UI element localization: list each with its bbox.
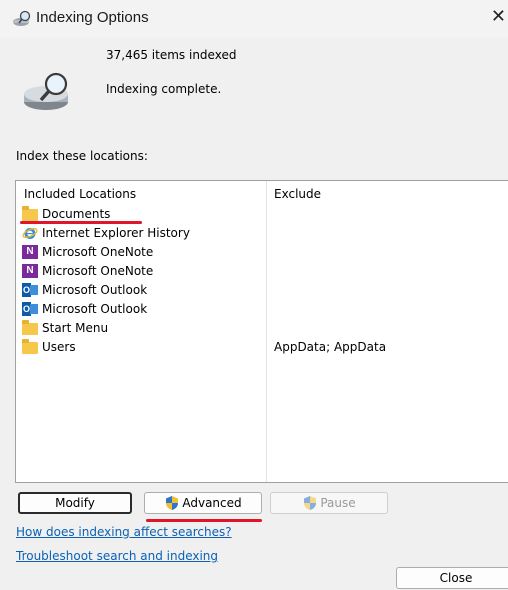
folder-icon bbox=[22, 320, 38, 336]
indexing-options-icon bbox=[13, 10, 31, 26]
outlook-icon: O bbox=[22, 282, 38, 298]
advanced-label: Advanced bbox=[182, 496, 242, 510]
location-name: Internet Explorer History bbox=[42, 226, 190, 240]
location-name: Microsoft OneNote bbox=[42, 264, 154, 278]
modify-button[interactable]: Modify bbox=[18, 492, 132, 514]
location-exclude: AppData; AppData bbox=[274, 340, 387, 354]
location-row-users[interactable]: Users AppData; AppData bbox=[16, 338, 508, 357]
close-window-icon[interactable]: ✕ bbox=[491, 6, 506, 27]
index-locations-label: Index these locations: bbox=[16, 149, 148, 163]
indexing-affect-searches-link[interactable]: How does indexing affect searches? bbox=[16, 525, 232, 539]
troubleshoot-link[interactable]: Troubleshoot search and indexing bbox=[16, 549, 218, 563]
location-row-ie-history[interactable]: Internet Explorer History bbox=[16, 224, 508, 243]
location-name: Microsoft Outlook bbox=[42, 302, 148, 316]
pause-button[interactable]: Pause bbox=[270, 492, 388, 514]
location-name: Users bbox=[42, 340, 76, 354]
location-name: Microsoft OneNote bbox=[42, 245, 154, 259]
title-bar: Indexing Options ✕ bbox=[0, 0, 508, 38]
indexing-drive-icon bbox=[24, 72, 68, 110]
location-row-start-menu[interactable]: Start Menu bbox=[16, 319, 508, 338]
folder-icon bbox=[22, 339, 38, 355]
annotation-underline-documents bbox=[20, 221, 142, 224]
pause-label: Pause bbox=[320, 496, 356, 510]
location-row-onenote[interactable]: N Microsoft OneNote bbox=[16, 243, 508, 262]
location-row-outlook[interactable]: O Microsoft Outlook bbox=[16, 300, 508, 319]
modify-label: Modify bbox=[55, 496, 95, 510]
advanced-button[interactable]: Advanced bbox=[144, 492, 262, 514]
onenote-icon: N bbox=[22, 263, 38, 279]
location-name: Documents bbox=[42, 207, 111, 221]
items-indexed-count: 37,465 items indexed bbox=[106, 48, 237, 62]
column-header-exclude[interactable]: Exclude bbox=[274, 187, 321, 201]
onenote-icon: N bbox=[22, 244, 38, 260]
uac-shield-icon bbox=[304, 495, 317, 510]
location-row-outlook[interactable]: O Microsoft Outlook bbox=[16, 281, 508, 300]
uac-shield-icon bbox=[166, 495, 179, 510]
annotation-underline-advanced bbox=[146, 519, 262, 522]
outlook-icon: O bbox=[22, 301, 38, 317]
internet-explorer-icon bbox=[22, 228, 38, 239]
column-header-included[interactable]: Included Locations bbox=[24, 187, 136, 201]
close-button[interactable]: Close bbox=[396, 567, 508, 589]
folder-icon bbox=[22, 206, 38, 222]
location-name: Start Menu bbox=[42, 321, 109, 335]
location-row-onenote[interactable]: N Microsoft OneNote bbox=[16, 262, 508, 281]
indexing-status: Indexing complete. bbox=[106, 82, 222, 96]
window-title: Indexing Options bbox=[36, 9, 149, 26]
close-label: Close bbox=[439, 571, 473, 585]
locations-list[interactable]: Included Locations Exclude Documents Int… bbox=[15, 180, 508, 483]
location-name: Microsoft Outlook bbox=[42, 283, 148, 297]
